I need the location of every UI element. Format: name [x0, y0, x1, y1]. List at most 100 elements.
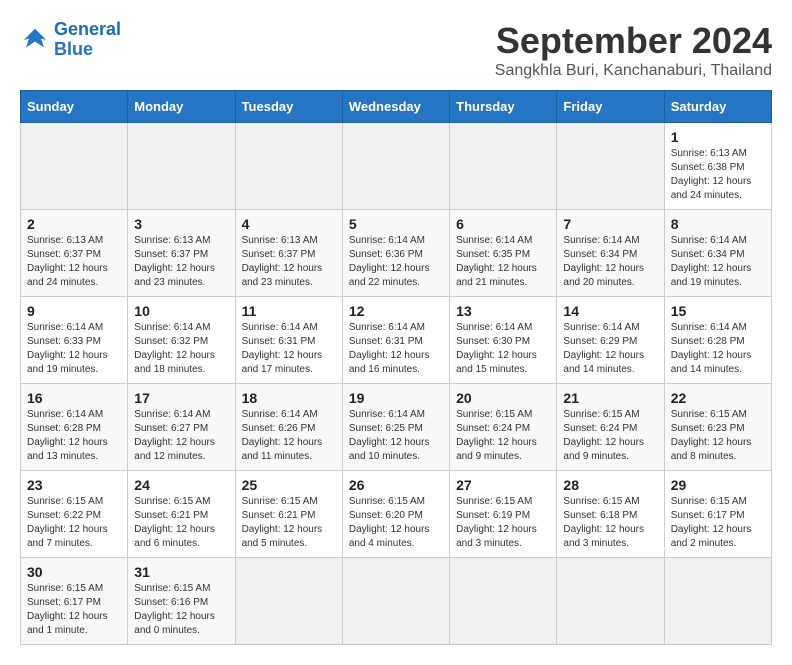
- calendar-cell: [450, 558, 557, 645]
- day-number: 9: [27, 303, 121, 319]
- day-number: 12: [349, 303, 443, 319]
- day-header-wednesday: Wednesday: [342, 91, 449, 123]
- day-number: 19: [349, 390, 443, 406]
- day-info: Sunrise: 6:14 AM Sunset: 6:33 PM Dayligh…: [27, 321, 121, 377]
- day-info: Sunrise: 6:14 AM Sunset: 6:29 PM Dayligh…: [563, 321, 657, 377]
- calendar-cell: [21, 123, 128, 210]
- calendar-cell: 24Sunrise: 6:15 AM Sunset: 6:21 PM Dayli…: [128, 471, 235, 558]
- day-number: 4: [242, 216, 336, 232]
- day-number: 15: [671, 303, 765, 319]
- day-info: Sunrise: 6:13 AM Sunset: 6:38 PM Dayligh…: [671, 147, 765, 203]
- day-number: 2: [27, 216, 121, 232]
- day-info: Sunrise: 6:15 AM Sunset: 6:19 PM Dayligh…: [456, 495, 550, 551]
- calendar-cell: 19Sunrise: 6:14 AM Sunset: 6:25 PM Dayli…: [342, 384, 449, 471]
- calendar-table: SundayMondayTuesdayWednesdayThursdayFrid…: [20, 90, 772, 645]
- day-number: 7: [563, 216, 657, 232]
- day-number: 31: [134, 564, 228, 580]
- calendar-cell: 11Sunrise: 6:14 AM Sunset: 6:31 PM Dayli…: [235, 297, 342, 384]
- calendar-cell: [342, 123, 449, 210]
- day-info: Sunrise: 6:13 AM Sunset: 6:37 PM Dayligh…: [242, 234, 336, 290]
- day-info: Sunrise: 6:15 AM Sunset: 6:24 PM Dayligh…: [456, 408, 550, 464]
- title-section: September 2024 Sangkhla Buri, Kanchanabu…: [495, 20, 772, 80]
- day-info: Sunrise: 6:14 AM Sunset: 6:27 PM Dayligh…: [134, 408, 228, 464]
- day-header-monday: Monday: [128, 91, 235, 123]
- day-info: Sunrise: 6:15 AM Sunset: 6:16 PM Dayligh…: [134, 582, 228, 638]
- day-number: 8: [671, 216, 765, 232]
- calendar-cell: 26 Sunrise: 6:15 AM Sunset: 6:20 PM Dayli…: [342, 471, 449, 558]
- day-number: 25: [242, 477, 336, 493]
- day-number: 13: [456, 303, 550, 319]
- day-header-thursday: Thursday: [450, 91, 557, 123]
- calendar-cell: 17Sunrise: 6:14 AM Sunset: 6:27 PM Dayli…: [128, 384, 235, 471]
- calendar-cell: 15 Sunrise: 6:14 AM Sunset: 6:28 PM Dayli…: [664, 297, 771, 384]
- calendar-cell: 18 Sunrise: 6:14 AM Sunset: 6:26 PM Dayli…: [235, 384, 342, 471]
- day-number: 14: [563, 303, 657, 319]
- day-number: 18: [242, 390, 336, 406]
- day-info: Sunrise: 6:13 AM Sunset: 6:37 PM Dayligh…: [134, 234, 228, 290]
- day-number: 1: [671, 129, 765, 145]
- day-number: 23: [27, 477, 121, 493]
- day-info: Sunrise: 6:15 AM Sunset: 6:17 PM Dayligh…: [671, 495, 765, 551]
- day-number: 28: [563, 477, 657, 493]
- day-info: Sunrise: 6:15 AM Sunset: 6:20 PM Dayligh…: [349, 495, 443, 551]
- month-title: September 2024: [495, 20, 772, 62]
- calendar-cell: [128, 123, 235, 210]
- day-info: Sunrise: 6:14 AM Sunset: 6:28 PM Dayligh…: [671, 321, 765, 377]
- day-info: Sunrise: 6:15 AM Sunset: 6:23 PM Dayligh…: [671, 408, 765, 464]
- logo-icon: [20, 25, 50, 55]
- calendar-cell: 28 Sunrise: 6:15 AM Sunset: 6:18 PM Dayli…: [557, 471, 664, 558]
- calendar-cell: 14 Sunrise: 6:14 AM Sunset: 6:29 PM Dayli…: [557, 297, 664, 384]
- day-info: Sunrise: 6:13 AM Sunset: 6:37 PM Dayligh…: [27, 234, 121, 290]
- calendar-cell: 22Sunrise: 6:15 AM Sunset: 6:23 PM Dayli…: [664, 384, 771, 471]
- logo-text: General Blue: [54, 20, 121, 60]
- day-number: 16: [27, 390, 121, 406]
- calendar-cell: [235, 123, 342, 210]
- logo-line2: Blue: [54, 39, 93, 59]
- day-info: Sunrise: 6:14 AM Sunset: 6:36 PM Dayligh…: [349, 234, 443, 290]
- day-info: Sunrise: 6:14 AM Sunset: 6:28 PM Dayligh…: [27, 408, 121, 464]
- calendar-cell: 29Sunrise: 6:15 AM Sunset: 6:17 PM Dayli…: [664, 471, 771, 558]
- calendar-cell: 1 Sunrise: 6:13 AM Sunset: 6:38 PM Daylig…: [664, 123, 771, 210]
- day-info: Sunrise: 6:14 AM Sunset: 6:35 PM Dayligh…: [456, 234, 550, 290]
- calendar-week-row: 1 Sunrise: 6:13 AM Sunset: 6:38 PM Daylig…: [21, 123, 772, 210]
- day-number: 20: [456, 390, 550, 406]
- day-info: Sunrise: 6:15 AM Sunset: 6:18 PM Dayligh…: [563, 495, 657, 551]
- calendar-cell: 10Sunrise: 6:14 AM Sunset: 6:32 PM Dayli…: [128, 297, 235, 384]
- calendar-cell: 23 Sunrise: 6:15 AM Sunset: 6:22 PM Dayli…: [21, 471, 128, 558]
- day-number: 6: [456, 216, 550, 232]
- day-number: 3: [134, 216, 228, 232]
- day-number: 26: [349, 477, 443, 493]
- calendar-week-row: 2 Sunrise: 6:13 AM Sunset: 6:37 PM Daylig…: [21, 210, 772, 297]
- calendar-cell: [557, 123, 664, 210]
- calendar-cell: 4 Sunrise: 6:13 AM Sunset: 6:37 PM Daylig…: [235, 210, 342, 297]
- day-number: 30: [27, 564, 121, 580]
- calendar-cell: 25 Sunrise: 6:15 AM Sunset: 6:21 PM Dayli…: [235, 471, 342, 558]
- day-info: Sunrise: 6:14 AM Sunset: 6:26 PM Dayligh…: [242, 408, 336, 464]
- calendar-cell: 30 Sunrise: 6:15 AM Sunset: 6:17 PM Dayli…: [21, 558, 128, 645]
- calendar-cell: 8 Sunrise: 6:14 AM Sunset: 6:34 PM Daylig…: [664, 210, 771, 297]
- day-info: Sunrise: 6:15 AM Sunset: 6:22 PM Dayligh…: [27, 495, 121, 551]
- day-number: 10: [134, 303, 228, 319]
- day-number: 21: [563, 390, 657, 406]
- calendar-cell: 12Sunrise: 6:14 AM Sunset: 6:31 PM Dayli…: [342, 297, 449, 384]
- calendar-cell: 27Sunrise: 6:15 AM Sunset: 6:19 PM Dayli…: [450, 471, 557, 558]
- calendar-cell: [557, 558, 664, 645]
- calendar-cell: 5 Sunrise: 6:14 AM Sunset: 6:36 PM Daylig…: [342, 210, 449, 297]
- day-info: Sunrise: 6:15 AM Sunset: 6:21 PM Dayligh…: [242, 495, 336, 551]
- day-info: Sunrise: 6:14 AM Sunset: 6:34 PM Dayligh…: [671, 234, 765, 290]
- day-number: 5: [349, 216, 443, 232]
- page-header: General Blue September 2024 Sangkhla Bur…: [20, 20, 772, 80]
- calendar-header-row: SundayMondayTuesdayWednesdayThursdayFrid…: [21, 91, 772, 123]
- calendar-week-row: 9 Sunrise: 6:14 AM Sunset: 6:33 PM Daylig…: [21, 297, 772, 384]
- calendar-cell: 3 Sunrise: 6:13 AM Sunset: 6:37 PM Daylig…: [128, 210, 235, 297]
- day-number: 24: [134, 477, 228, 493]
- day-header-saturday: Saturday: [664, 91, 771, 123]
- calendar-cell: 2 Sunrise: 6:13 AM Sunset: 6:37 PM Daylig…: [21, 210, 128, 297]
- calendar-cell: [450, 123, 557, 210]
- calendar-cell: 9 Sunrise: 6:14 AM Sunset: 6:33 PM Daylig…: [21, 297, 128, 384]
- calendar-cell: [664, 558, 771, 645]
- calendar-week-row: 16 Sunrise: 6:14 AM Sunset: 6:28 PM Dayli…: [21, 384, 772, 471]
- day-info: Sunrise: 6:15 AM Sunset: 6:17 PM Dayligh…: [27, 582, 121, 638]
- calendar-cell: 7Sunrise: 6:14 AM Sunset: 6:34 PM Daylig…: [557, 210, 664, 297]
- calendar-cell: 21Sunrise: 6:15 AM Sunset: 6:24 PM Dayli…: [557, 384, 664, 471]
